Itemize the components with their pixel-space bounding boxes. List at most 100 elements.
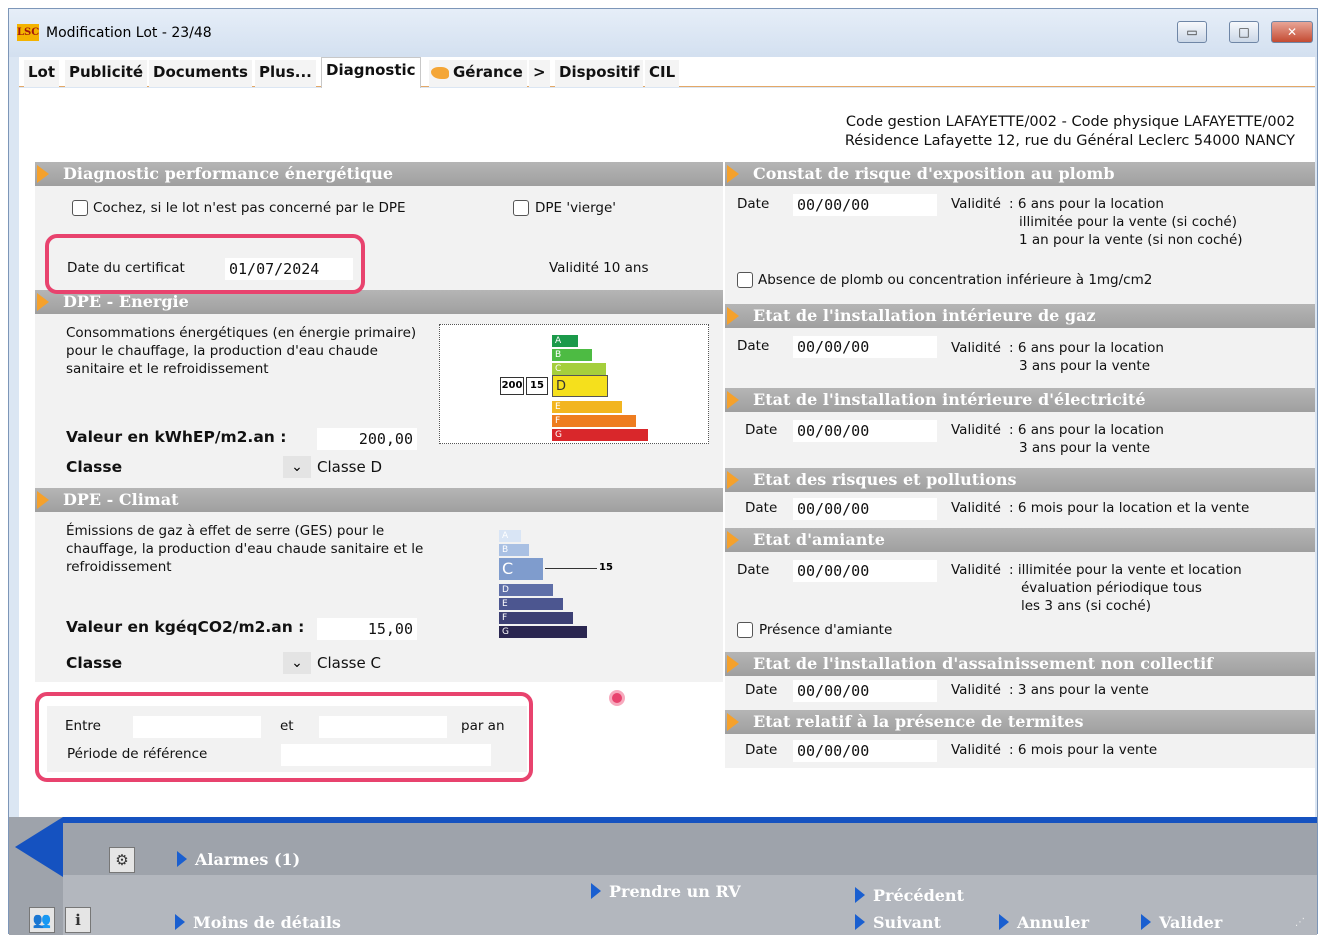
title-bar: LSC Modification Lot - 23/48 ▭ □ ✕ [9, 9, 1317, 57]
minimize-button[interactable]: ▭ [1177, 21, 1207, 43]
risques-title: Etat des risques et pollutions [753, 470, 1017, 489]
arrow-right-icon [175, 914, 185, 930]
termites-validite-1: : 6 mois pour la vente [1009, 742, 1158, 758]
gaz-title: Etat de l'installation intérieure de gaz [753, 306, 1096, 325]
arrow-right-icon [177, 851, 187, 867]
tab-plus[interactable]: Plus... [255, 60, 316, 87]
blue-divider [63, 817, 1317, 823]
arrow-right-icon [591, 883, 601, 899]
prendre-rv-label: Prendre un RV [609, 882, 741, 901]
elec-date-label: Date [745, 422, 778, 438]
suivant-link[interactable]: Suivant [855, 913, 941, 932]
assain-validite-1: : 3 ans pour la vente [1009, 682, 1149, 698]
energie-class-select[interactable]: Classe D [317, 458, 382, 476]
prendre-rv-link[interactable]: Prendre un RV [591, 882, 741, 901]
diagnostic-content: Code gestion LAFAYETTE/002 - Code physiq… [19, 88, 1315, 824]
suivant-label: Suivant [873, 913, 941, 932]
climat-bar-c: C [499, 558, 543, 580]
energie-value-input[interactable]: 200,00 [317, 428, 417, 450]
tab-next-arrow[interactable]: > [529, 60, 550, 87]
amiante-validite-2: évaluation périodique tous [1021, 580, 1202, 596]
moins-details-link[interactable]: Moins de détails [175, 913, 341, 932]
precedent-label: Précédent [873, 886, 964, 905]
climat-bar-b: B [499, 544, 529, 556]
chevron-down-icon[interactable]: ⌄ [283, 456, 311, 478]
termites-title: Etat relatif à la présence de termites [753, 712, 1084, 731]
tab-documents[interactable]: Documents [149, 60, 252, 87]
lot-codes: Code gestion LAFAYETTE/002 - Code physiq… [845, 114, 1295, 130]
chevron-right-icon [37, 293, 49, 311]
arrow-right-icon [999, 914, 1009, 930]
resize-grip-icon[interactable]: ⋰ [1295, 917, 1311, 931]
gaz-date-input[interactable]: 00/00/00 [793, 336, 937, 358]
tab-bar: Lot Publicité Documents Plus... Diagnost… [19, 57, 1315, 88]
plomb-title: Constat de risque d'exposition au plomb [753, 164, 1115, 183]
amiante-title: Etat d'amiante [753, 530, 885, 549]
plomb-validite-1: : 6 ans pour la location [1009, 196, 1164, 212]
not-concerned-checkbox[interactable] [72, 200, 88, 216]
plomb-date-input[interactable]: 00/00/00 [793, 194, 937, 216]
close-button[interactable]: ✕ [1271, 21, 1313, 43]
plomb-validite-label: Validité [951, 196, 1001, 212]
climat-section-title: DPE - Climat [63, 490, 179, 509]
dpe-section-header: Diagnostic performance énergétique [35, 162, 723, 186]
energie-chart-value: 200 [500, 377, 524, 395]
maximize-button[interactable]: □ [1229, 21, 1259, 43]
elec-header: Etat de l'installation intérieure d'élec… [725, 388, 1315, 412]
chevron-right-icon [727, 471, 739, 489]
energie-bar-d: D [552, 375, 608, 397]
collapse-arrow-icon[interactable] [15, 817, 63, 877]
gaz-header: Etat de l'installation intérieure de gaz [725, 304, 1315, 328]
gear-icon[interactable]: ⚙ [109, 847, 135, 873]
climat-class-select[interactable]: Classe C [317, 654, 381, 672]
climat-bar-g: G [499, 626, 587, 638]
alarmes-label: Alarmes (1) [195, 850, 301, 869]
precedent-link[interactable]: Précédent [855, 886, 964, 905]
energie-class-label: Classe [66, 458, 123, 476]
tab-cil[interactable]: CIL [645, 60, 680, 87]
climat-label-chart: A B C D E F G 15 [497, 520, 677, 644]
climat-bar-e: E [499, 598, 563, 610]
absence-plomb-label: Absence de plomb ou concentration inféri… [758, 272, 1153, 288]
tab-diagnostic[interactable]: Diagnostic [321, 57, 421, 88]
energie-bar-b: B [552, 349, 592, 361]
plomb-date-label: Date [737, 196, 770, 212]
lot-info: Code gestion LAFAYETTE/002 - Code physiq… [845, 113, 1295, 151]
users-icon[interactable]: 👥 [29, 907, 55, 933]
energie-value-label: Valeur en kWhEP/m2.an : [66, 428, 287, 446]
bottom-action-bar: ⚙ Alarmes (1) 👥 ℹ Moins de détails Prend… [9, 817, 1317, 935]
amiante-validite-label: Validité [951, 562, 1001, 578]
moins-details-label: Moins de détails [193, 913, 341, 932]
gaz-validite-1: : 6 ans pour la location [1009, 340, 1164, 356]
risques-date-input[interactable]: 00/00/00 [793, 498, 937, 520]
elec-title: Etat de l'installation intérieure d'élec… [753, 390, 1146, 409]
chevron-right-icon [727, 713, 739, 731]
presence-amiante-checkbox[interactable] [737, 622, 753, 638]
elec-date-input[interactable]: 00/00/00 [793, 420, 937, 442]
valider-link[interactable]: Valider [1141, 913, 1222, 932]
climat-value-input[interactable]: 15,00 [317, 618, 417, 640]
energie-bar-c: C [552, 363, 606, 375]
tab-dispositif[interactable]: Dispositif [555, 60, 644, 87]
assain-date-input[interactable]: 00/00/00 [793, 680, 937, 702]
assain-title: Etat de l'installation d'assainissement … [753, 654, 1214, 673]
valider-label: Valider [1159, 913, 1223, 932]
risques-header: Etat des risques et pollutions [725, 468, 1315, 492]
chevron-right-icon [727, 655, 739, 673]
dpe-section-title: Diagnostic performance énergétique [63, 164, 394, 183]
annuler-link[interactable]: Annuler [999, 913, 1089, 932]
tab-lot[interactable]: Lot [24, 60, 60, 87]
termites-date-input[interactable]: 00/00/00 [793, 740, 937, 762]
info-icon[interactable]: ℹ [65, 907, 91, 933]
risques-date-label: Date [745, 500, 778, 516]
chevron-down-icon[interactable]: ⌄ [283, 652, 311, 674]
tab-gerance-label: Gérance [453, 63, 523, 81]
alarmes-link[interactable]: Alarmes (1) [177, 850, 300, 869]
amiante-date-input[interactable]: 00/00/00 [793, 560, 937, 582]
dpe-vierge-checkbox[interactable] [513, 200, 529, 216]
climat-value-label: Valeur en kgéqCO2/m2.an : [66, 618, 305, 636]
dpe-vierge-label: DPE 'vierge' [535, 200, 617, 216]
tab-publicite[interactable]: Publicité [65, 60, 148, 87]
absence-plomb-checkbox[interactable] [737, 272, 753, 288]
tab-gerance[interactable]: Gérance [429, 60, 527, 87]
